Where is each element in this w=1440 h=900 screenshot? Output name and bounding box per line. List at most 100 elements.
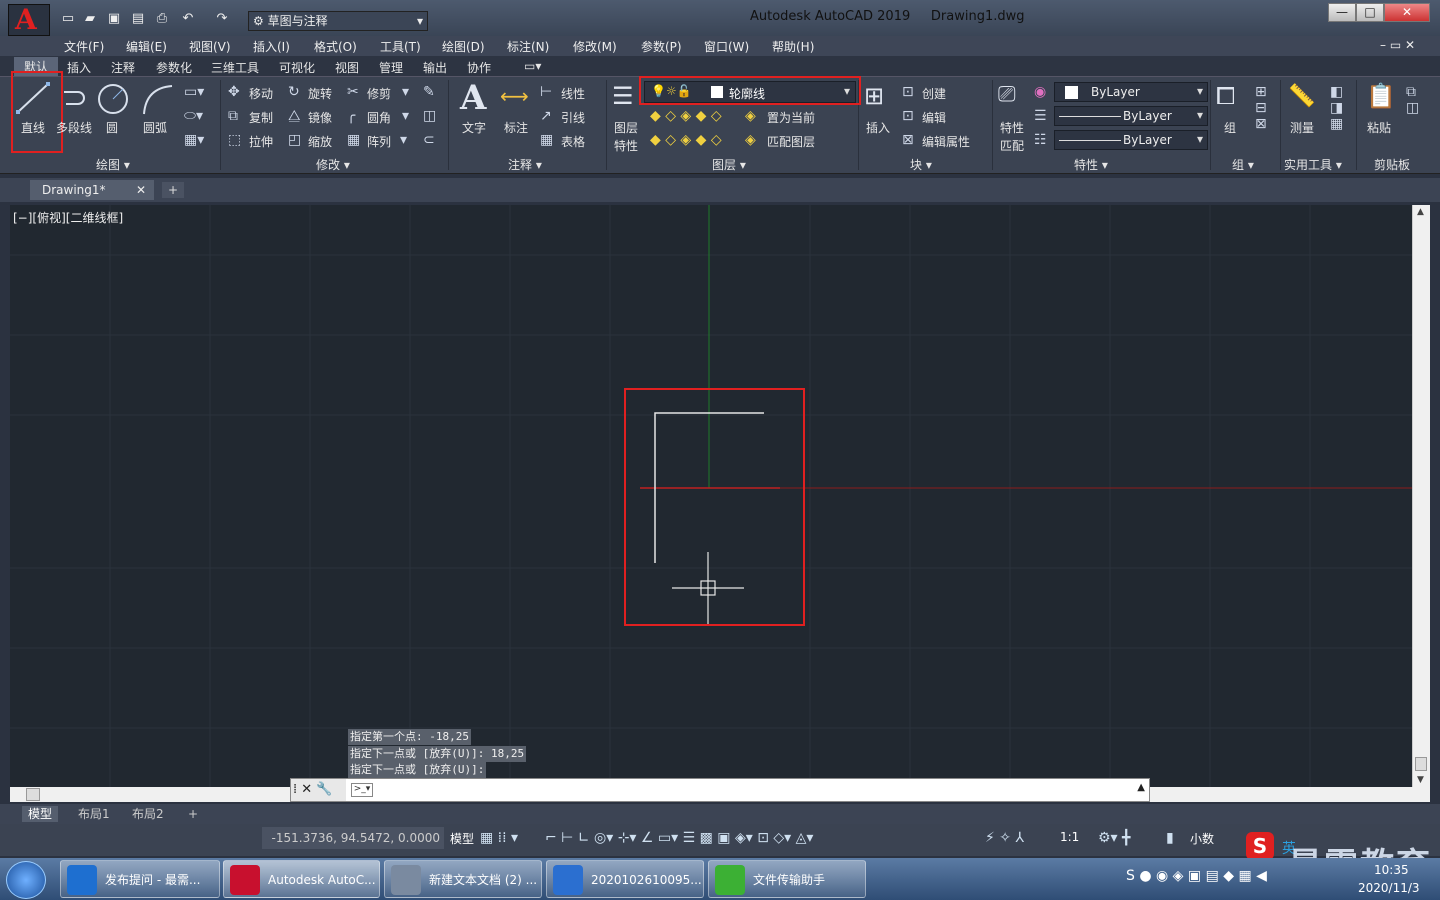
snap-mode-icon[interactable]: ⌐ ⊢ ∟ ◎▾ ⊹▾ ∠ ▭▾ ☰ ▩ ▣ ◈▾ ⊡ ◇▾ ◬▾	[545, 830, 813, 846]
units-value[interactable]: 小数	[1190, 830, 1214, 847]
insert-block-button[interactable]: 插入	[866, 119, 890, 136]
doc-window-controls[interactable]: – ▭ ✕	[1380, 38, 1415, 52]
clipboard-panel-label[interactable]: 剪贴板	[1374, 156, 1410, 173]
rotate-button[interactable]: 旋转	[308, 85, 332, 102]
arc-button[interactable]: 圆弧	[143, 119, 167, 136]
match-properties-button-line2[interactable]: 匹配	[1000, 137, 1024, 154]
tab-collaborate[interactable]: 协作	[467, 59, 491, 76]
taskbar-item-notepad[interactable]: 新建文本文档 (2) ...	[384, 860, 542, 898]
grid-icon[interactable]: ▦ ⁞⁞ ▾	[480, 830, 518, 846]
modify-panel-label[interactable]: 修改 ▾	[316, 156, 350, 173]
menu-help[interactable]: 帮助(H)	[772, 38, 814, 55]
properties-panel-label[interactable]: 特性 ▾	[1074, 156, 1108, 173]
layers-panel-label[interactable]: 图层 ▾	[712, 156, 746, 173]
group-button[interactable]: 组	[1224, 119, 1236, 136]
layer-tools-2-icon[interactable]: ◆ ◇ ◈ ◆ ◇	[650, 132, 722, 148]
close-tab-icon[interactable]: ✕	[136, 180, 146, 200]
save-icon[interactable]: ▣	[106, 11, 122, 27]
open-file-icon[interactable]: ▰	[82, 11, 98, 27]
edit-block-button[interactable]: 编辑	[922, 109, 946, 126]
start-button[interactable]	[6, 861, 46, 899]
utility-tools-icon[interactable]: ◧ ◨ ▦	[1330, 84, 1343, 132]
color-dropdown[interactable]: ByLayer ▾	[1054, 82, 1208, 102]
menu-file[interactable]: 文件(F)	[64, 38, 104, 55]
menu-modify[interactable]: 修改(M)	[573, 38, 617, 55]
tab-layout1[interactable]: 布局1	[72, 806, 116, 822]
linetype-dropdown[interactable]: ByLayer ▾	[1054, 106, 1208, 126]
copy-clip-icon[interactable]: ⧉ ◫	[1406, 84, 1419, 116]
print-icon[interactable]: ⎙	[154, 11, 170, 27]
ribbon-toggle-icon[interactable]: ▭▾	[524, 59, 541, 73]
linear-button[interactable]: 线性	[561, 85, 585, 102]
wrench-icon[interactable]: 🔧	[316, 782, 332, 797]
line-button[interactable]: 直线	[21, 119, 45, 136]
mirror-button[interactable]: 镜像	[308, 109, 332, 126]
annotation-panel-label[interactable]: 注释 ▾	[508, 156, 542, 173]
menu-dimension[interactable]: 标注(N)	[507, 38, 549, 55]
model-space-button[interactable]: 模型	[450, 830, 474, 847]
tab-3d-tools[interactable]: 三维工具	[211, 59, 259, 76]
layer-properties-button-line2[interactable]: 特性	[614, 137, 638, 154]
leader-button[interactable]: 引线	[561, 109, 585, 126]
tab-visualize[interactable]: 可视化	[279, 59, 315, 76]
maximize-button[interactable]: □	[1356, 3, 1384, 22]
add-layout-icon[interactable]: +	[182, 806, 204, 822]
taskbar-item-browser[interactable]: 发布提问 - 最需...	[60, 860, 220, 898]
rectangle-icon[interactable]: ▭▾	[184, 84, 204, 100]
groups-panel-label[interactable]: 组 ▾	[1232, 156, 1254, 173]
tray-icons[interactable]: S ● ◉ ◈ ▣ ▤ ◆ ▦ ◀	[1126, 868, 1267, 884]
vertical-scrollbar[interactable]: ▲ ▼	[1412, 205, 1430, 787]
explode-icon[interactable]: ◫	[423, 108, 436, 124]
tab-layout2[interactable]: 布局2	[126, 806, 170, 822]
chevron-down-icon[interactable]: ▾	[402, 84, 409, 100]
table-button[interactable]: 表格	[561, 133, 585, 150]
menu-edit[interactable]: 编辑(E)	[126, 38, 167, 55]
hatch-icon[interactable]: ⬭▾	[184, 108, 203, 124]
group-tools-icon[interactable]: ⊞ ⊟ ⊠	[1255, 84, 1267, 132]
menu-view[interactable]: 视图(V)	[189, 38, 231, 55]
tab-parametric[interactable]: 参数化	[156, 59, 192, 76]
new-file-icon[interactable]: ▭	[60, 11, 76, 27]
redo-icon[interactable]: ↷	[214, 11, 230, 27]
tab-annotate[interactable]: 注释	[111, 59, 135, 76]
lineweight-dropdown[interactable]: ByLayer ▾	[1054, 130, 1208, 150]
menu-draw[interactable]: 绘图(D)	[442, 38, 485, 55]
menu-tools[interactable]: 工具(T)	[380, 38, 421, 55]
erase-icon[interactable]: ✎	[423, 84, 435, 100]
save-as-icon[interactable]: ▤	[130, 11, 146, 27]
viewport-label[interactable]: [−][俯视][二维线框]	[13, 209, 123, 226]
paste-button[interactable]: 粘贴	[1367, 119, 1391, 136]
taskbar-item-autocad[interactable]: Autodesk AutoC...	[223, 860, 380, 898]
undo-icon[interactable]: ↶	[180, 11, 196, 27]
boundary-icon[interactable]: ▦▾	[184, 132, 204, 148]
match-layer-button[interactable]: 匹配图层	[767, 133, 815, 150]
polyline-button[interactable]: 多段线	[56, 119, 92, 136]
menu-format[interactable]: 格式(O)	[314, 38, 357, 55]
coordinate-readout[interactable]: -151.3736, 94.5472, 0.0000	[262, 827, 444, 849]
menu-parameters[interactable]: 参数(P)	[641, 38, 682, 55]
command-prompt-icon[interactable]: >_▾	[351, 783, 373, 797]
set-current-button[interactable]: 置为当前	[767, 109, 815, 126]
chevron-down-icon[interactable]: ▾	[402, 108, 409, 124]
offset-icon[interactable]: ⊂	[423, 132, 435, 148]
tab-insert[interactable]: 插入	[67, 59, 91, 76]
scroll-thumb[interactable]	[26, 788, 40, 801]
chevron-down-icon[interactable]: ▾	[400, 132, 407, 148]
command-input[interactable]	[377, 781, 1127, 799]
fillet-button[interactable]: 圆角	[367, 109, 391, 126]
drawing-canvas[interactable]: [−][俯视][二维线框]	[10, 205, 1412, 787]
draw-panel-label[interactable]: 绘图 ▾	[96, 156, 130, 173]
edit-attribute-button[interactable]: 编辑属性	[922, 133, 970, 150]
taskbar-item-video[interactable]: 2020102610095...	[546, 860, 704, 898]
layer-properties-button-line1[interactable]: 图层	[614, 119, 638, 136]
scroll-thumb[interactable]	[1415, 757, 1427, 771]
copy-button[interactable]: 复制	[249, 109, 273, 126]
menu-window[interactable]: 窗口(W)	[704, 38, 749, 55]
annotation-scale[interactable]: 1:1	[1060, 830, 1079, 844]
clock-time[interactable]: 10:35	[1374, 863, 1409, 877]
grip-icon[interactable]: ⁞	[293, 782, 297, 797]
arrow-down-icon[interactable]: ▼	[1417, 775, 1424, 785]
chevron-up-icon[interactable]: ▲	[1137, 782, 1145, 793]
move-button[interactable]: 移动	[249, 85, 273, 102]
tab-manage[interactable]: 管理	[379, 59, 403, 76]
